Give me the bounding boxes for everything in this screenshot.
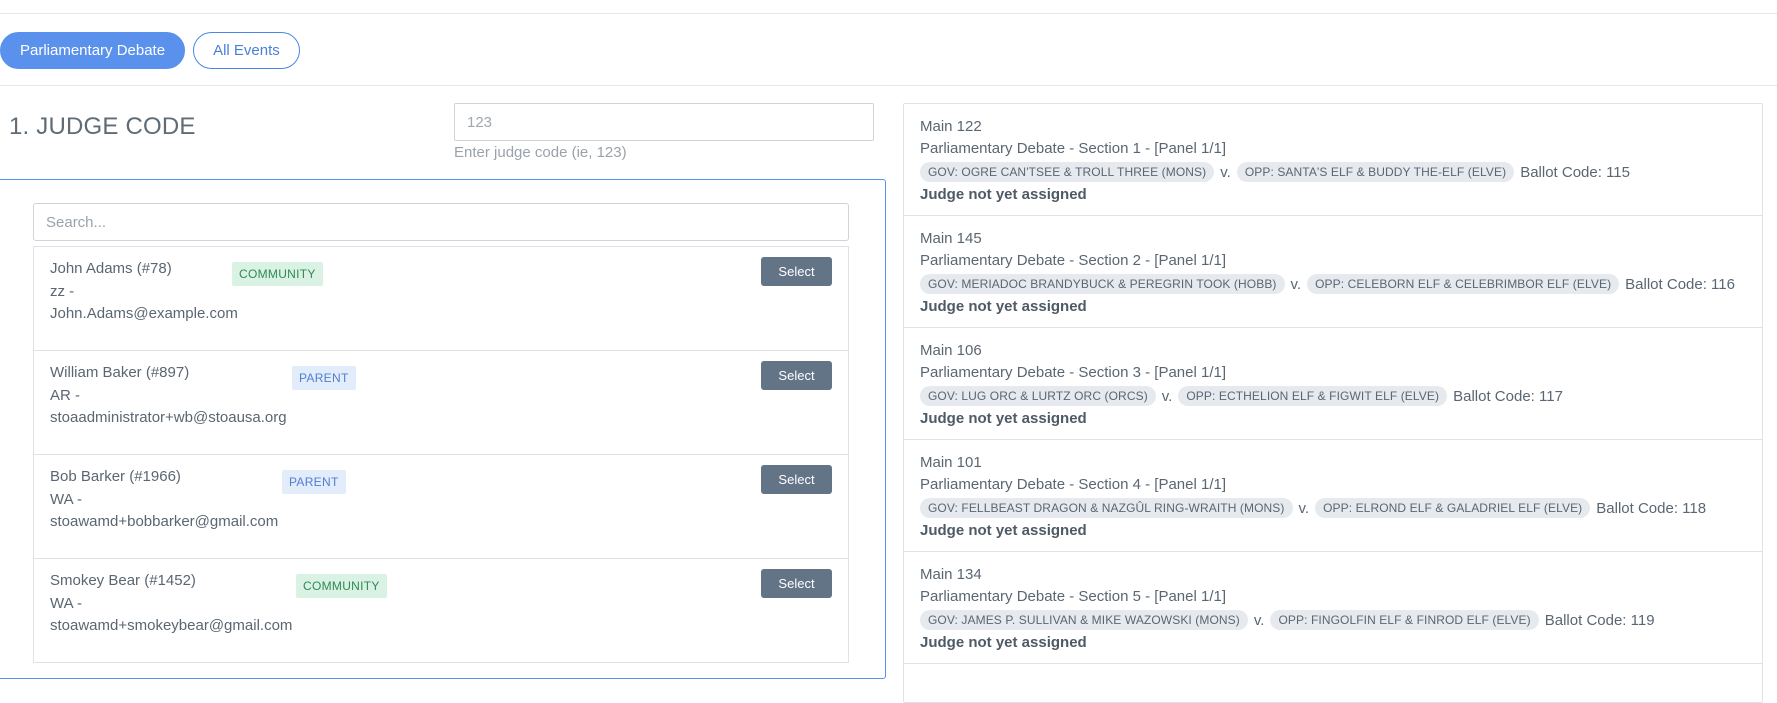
gov-team-chip: GOV: JAMES P. SULLIVAN & MIKE WAZOWSKI (… (920, 610, 1248, 630)
judge-name: William Baker (#897) (50, 364, 190, 381)
round-room: Main 122 (920, 118, 982, 135)
judge-school: WA - (50, 491, 82, 508)
judge-code-help: Enter judge code (ie, 123) (454, 144, 627, 161)
round-matchup: GOV: OGRE CAN'TSEE & TROLL THREE (MONS) … (920, 160, 1762, 184)
round-item[interactable]: Main 145 Parliamentary Debate - Section … (904, 216, 1762, 328)
judge-status: Judge not yet assigned (920, 186, 1087, 203)
ballot-code: Ballot Code: 118 (1596, 499, 1707, 517)
round-room: Main 134 (920, 566, 982, 583)
judge-row: William Baker (#897) PARENT AR - stoaadm… (34, 351, 848, 455)
versus-label: v. (1298, 499, 1310, 517)
opp-team-chip: OPP: CELEBORN ELF & CELEBRIMBOR ELF (ELV… (1307, 274, 1620, 294)
round-room: Main 101 (920, 454, 982, 471)
opp-team-chip: OPP: FINGOLFIN ELF & FINROD ELF (ELVE) (1270, 610, 1539, 630)
round-item[interactable]: Main 101 Parliamentary Debate - Section … (904, 440, 1762, 552)
round-section: Parliamentary Debate - Section 4 - [Pane… (920, 476, 1226, 493)
opp-team-chip: OPP: ELROND ELF & GALADRIEL ELF (ELVE) (1315, 498, 1591, 518)
event-tabs: Parliamentary Debate All Events (0, 32, 300, 69)
round-item[interactable]: Main 134 Parliamentary Debate - Section … (904, 552, 1762, 664)
tab-parliamentary-debate[interactable]: Parliamentary Debate (0, 32, 186, 69)
gov-team-chip: GOV: OGRE CAN'TSEE & TROLL THREE (MONS) (920, 162, 1215, 182)
judge-email: stoawamd+smokeybear@gmail.com (50, 617, 293, 634)
versus-label: v. (1253, 611, 1265, 629)
round-matchup: GOV: FELLBEAST DRAGON & NAZGÛL RING-WRAI… (920, 496, 1762, 520)
judge-email: John.Adams@example.com (50, 305, 238, 322)
select-judge-button[interactable]: Select (761, 361, 832, 390)
round-matchup: GOV: MERIADOC BRANDYBUCK & PEREGRIN TOOK… (920, 272, 1762, 296)
judge-type-badge: PARENT (282, 470, 346, 494)
opp-team-chip: OPP: ECTHELION ELF & FIGWIT ELF (ELVE) (1178, 386, 1448, 406)
select-judge-button[interactable]: Select (761, 569, 832, 598)
round-item[interactable]: Main 106 Parliamentary Debate - Section … (904, 328, 1762, 440)
judge-search-input[interactable] (33, 203, 849, 241)
gov-team-chip: GOV: FELLBEAST DRAGON & NAZGÛL RING-WRAI… (920, 498, 1293, 518)
judge-email: stoawamd+bobbarker@gmail.com (50, 513, 279, 530)
round-room: Main 106 (920, 342, 982, 359)
select-judge-button[interactable]: Select (761, 465, 832, 494)
judge-type-badge: PARENT (292, 366, 356, 390)
judge-name: John Adams (#78) (50, 260, 172, 277)
round-item[interactable]: Main 122 Parliamentary Debate - Section … (904, 104, 1762, 216)
judge-school: zz - (50, 283, 75, 300)
judge-email: stoaadministrator+wb@stoausa.org (50, 409, 287, 426)
ballot-code: Ballot Code: 119 (1544, 611, 1655, 629)
versus-label: v. (1220, 163, 1231, 181)
round-matchup: GOV: JAMES P. SULLIVAN & MIKE WAZOWSKI (… (920, 608, 1762, 632)
judge-status: Judge not yet assigned (920, 298, 1087, 315)
judge-status: Judge not yet assigned (920, 410, 1087, 427)
select-judge-button[interactable]: Select (761, 257, 832, 286)
judge-row: Bob Barker (#1966) PARENT WA - stoawamd+… (34, 455, 848, 559)
judge-selection-panel: John Adams (#78) COMMUNITY zz - John.Ada… (0, 179, 886, 679)
judge-type-badge: COMMUNITY (232, 262, 323, 286)
opp-team-chip: OPP: SANTA'S ELF & BUDDY THE-ELF (ELVE) (1236, 162, 1515, 182)
round-section: Parliamentary Debate - Section 5 - [Pane… (920, 588, 1226, 605)
round-matchup: GOV: LUG ORC & LURTZ ORC (ORCS) v. OPP: … (920, 384, 1762, 408)
ballot-code: Ballot Code: 115 (1520, 163, 1630, 181)
top-divider (0, 13, 1777, 14)
judge-school: AR - (50, 387, 80, 404)
gov-team-chip: GOV: MERIADOC BRANDYBUCK & PEREGRIN TOOK… (920, 274, 1285, 294)
round-section: Parliamentary Debate - Section 1 - [Pane… (920, 140, 1226, 157)
judge-row: John Adams (#78) COMMUNITY zz - John.Ada… (34, 247, 848, 351)
judge-status: Judge not yet assigned (920, 634, 1087, 651)
judge-school: WA - (50, 595, 82, 612)
tabs-divider (0, 85, 1777, 86)
judge-type-badge: COMMUNITY (296, 574, 387, 598)
judge-row: Smokey Bear (#1452) COMMUNITY WA - stoaw… (34, 559, 848, 663)
round-section: Parliamentary Debate - Section 2 - [Pane… (920, 252, 1226, 269)
judge-code-input[interactable] (454, 103, 874, 141)
tab-all-events[interactable]: All Events (193, 32, 300, 69)
versus-label: v. (1161, 387, 1173, 405)
judge-code-title: 1. JUDGE CODE (9, 113, 196, 140)
gov-team-chip: GOV: LUG ORC & LURTZ ORC (ORCS) (920, 386, 1156, 406)
judge-name: Smokey Bear (#1452) (50, 572, 196, 589)
versus-label: v. (1290, 275, 1302, 293)
rounds-list: Main 122 Parliamentary Debate - Section … (903, 103, 1763, 703)
judge-status: Judge not yet assigned (920, 522, 1087, 539)
ballot-code: Ballot Code: 116 (1625, 275, 1735, 293)
ballot-code: Ballot Code: 117 (1453, 387, 1563, 405)
round-room: Main 145 (920, 230, 982, 247)
judge-name: Bob Barker (#1966) (50, 468, 181, 485)
round-section: Parliamentary Debate - Section 3 - [Pane… (920, 364, 1226, 381)
judge-list: John Adams (#78) COMMUNITY zz - John.Ada… (33, 246, 849, 663)
